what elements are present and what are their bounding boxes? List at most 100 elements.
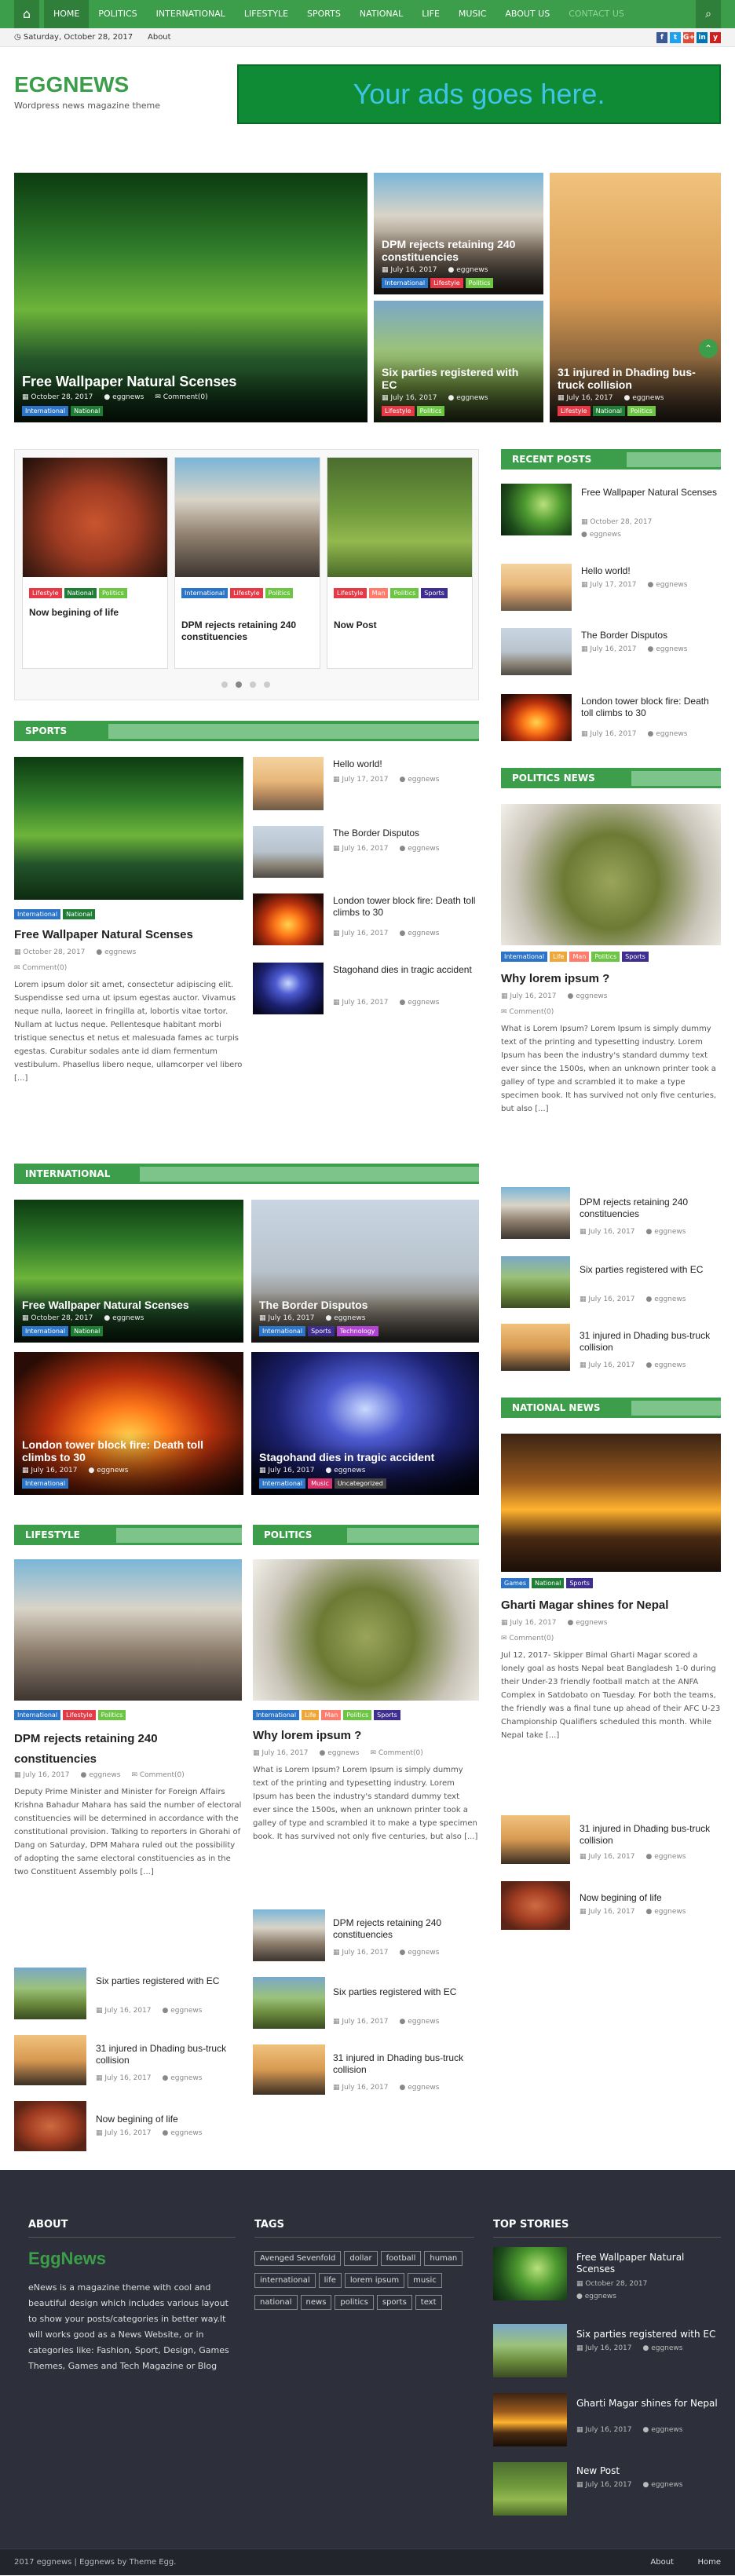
post-author[interactable]: eggnews bbox=[632, 394, 664, 402]
tag-cloud-item[interactable]: football bbox=[380, 2251, 422, 2266]
tag-man[interactable]: Man bbox=[368, 588, 389, 598]
author-text[interactable]: eggnews bbox=[651, 2426, 682, 2434]
author-text[interactable]: eggnews bbox=[89, 1771, 120, 1779]
author-text[interactable]: eggnews bbox=[590, 531, 621, 539]
post-author[interactable]: eggnews bbox=[112, 393, 144, 401]
author-text[interactable]: eggnews bbox=[656, 581, 687, 589]
tag-cloud-item[interactable]: music bbox=[408, 2273, 442, 2288]
post-author[interactable]: ● eggnews bbox=[326, 1314, 366, 1322]
comment-icon[interactable]: ✉ Comment(0) bbox=[370, 1749, 422, 1757]
tag-international[interactable]: International bbox=[501, 952, 548, 962]
author-text[interactable]: eggnews bbox=[170, 2007, 202, 2015]
tag-cloud-item[interactable]: lorem ipsum bbox=[344, 2273, 405, 2288]
sports-main-image[interactable] bbox=[14, 757, 243, 900]
tag-international[interactable]: International bbox=[259, 1478, 306, 1489]
tag-sports[interactable]: Sports bbox=[374, 1710, 400, 1720]
post-thumbnail[interactable] bbox=[253, 963, 324, 1014]
author-text[interactable]: eggnews bbox=[585, 2293, 616, 2300]
slider-main-title[interactable]: Free Wallpaper Natural Scenses bbox=[22, 374, 360, 390]
international-card[interactable]: London tower block fire: Death toll clim… bbox=[14, 1352, 243, 1495]
story-author[interactable]: ● eggnews bbox=[643, 2481, 683, 2489]
story-author[interactable]: ● eggnews bbox=[643, 2426, 683, 2434]
post-author[interactable]: ● eggnews bbox=[648, 645, 688, 653]
tag-cloud-item[interactable]: Avenged Sevenfold bbox=[254, 2251, 342, 2266]
politics-main-title[interactable]: Why lorem ipsum ? bbox=[253, 1729, 361, 1742]
author-text[interactable]: eggnews bbox=[408, 2084, 439, 2092]
post-author[interactable]: ● eggnews bbox=[400, 2084, 440, 2092]
tag-cloud-item[interactable]: human bbox=[424, 2251, 463, 2266]
post-thumbnail[interactable] bbox=[501, 564, 572, 611]
post-thumbnail[interactable] bbox=[501, 694, 572, 741]
post-author[interactable]: ● eggnews bbox=[400, 930, 440, 937]
tag-life[interactable]: Life bbox=[550, 952, 568, 962]
post-title[interactable]: The Border Disputos bbox=[333, 828, 479, 839]
sports-main-title[interactable]: Free Wallpaper Natural Scenses bbox=[14, 928, 243, 941]
post-thumbnail[interactable] bbox=[253, 1977, 325, 2029]
author-text[interactable]: eggnews bbox=[651, 2481, 682, 2489]
slider-item-c[interactable]: 31 injured in Dhading bus-truck collisio… bbox=[550, 173, 721, 422]
carousel-title[interactable]: Now begining of life bbox=[29, 607, 163, 619]
post-thumbnail[interactable] bbox=[501, 1187, 570, 1239]
story-title[interactable]: Six parties registered with EC bbox=[576, 2329, 721, 2340]
author-text[interactable]: eggnews bbox=[654, 1361, 686, 1369]
tag-life[interactable]: Life bbox=[302, 1710, 320, 1720]
tag-national[interactable]: National bbox=[64, 588, 97, 598]
post-title[interactable]: Now begining of life bbox=[96, 2114, 242, 2125]
story-title[interactable]: New Post bbox=[576, 2465, 721, 2477]
tag-cloud-item[interactable]: dollar bbox=[344, 2251, 378, 2266]
menu-item-contact-us[interactable]: CONTACT US bbox=[559, 0, 634, 28]
tag-games[interactable]: Games bbox=[501, 1578, 529, 1588]
post-thumbnail[interactable] bbox=[14, 1968, 86, 2019]
comments-text[interactable]: Comment(0) bbox=[22, 964, 67, 972]
tag-politics[interactable]: Politics bbox=[591, 952, 620, 962]
pager-dot[interactable] bbox=[250, 681, 256, 688]
post-thumbnail[interactable] bbox=[253, 826, 324, 878]
post-title[interactable]: 31 injured in Dhading bus-truck collisio… bbox=[333, 2052, 479, 2076]
lifestyle-main-image[interactable] bbox=[14, 1559, 242, 1701]
post-author[interactable]: ● eggnews bbox=[326, 1467, 366, 1474]
twitter-icon[interactable]: t bbox=[670, 32, 681, 43]
post-title[interactable]: Stagohand dies in tragic accident bbox=[333, 964, 479, 976]
tag-national[interactable]: National bbox=[592, 406, 625, 416]
tag-international[interactable]: International bbox=[22, 406, 69, 416]
post-author[interactable]: eggnews bbox=[456, 266, 488, 274]
post-thumbnail[interactable] bbox=[253, 757, 324, 810]
menu-item-about-us[interactable]: ABOUT US bbox=[495, 0, 559, 28]
google-plus-icon[interactable]: G+ bbox=[683, 32, 695, 43]
post-thumbnail[interactable] bbox=[501, 628, 572, 675]
lifestyle-main-title[interactable]: DPM rejects retaining 240 constituencies bbox=[14, 1729, 203, 1770]
facebook-icon[interactable]: f bbox=[656, 32, 667, 43]
tag-man[interactable]: Man bbox=[321, 1710, 342, 1720]
author-text[interactable]: eggnews bbox=[408, 845, 439, 853]
comment-icon[interactable]: ✉ Comment(0) bbox=[501, 1008, 554, 1016]
post-thumbnail[interactable] bbox=[501, 1881, 570, 1930]
author-text[interactable]: eggnews bbox=[170, 2129, 202, 2137]
menu-item-lifestyle[interactable]: LIFESTYLE bbox=[235, 0, 298, 28]
post-author[interactable]: ● eggnews bbox=[646, 1853, 686, 1861]
post-author[interactable]: eggnews bbox=[456, 394, 488, 402]
tag-lifestyle[interactable]: Lifestyle bbox=[382, 406, 415, 416]
card-title[interactable]: London tower block fire: Death toll clim… bbox=[22, 1438, 236, 1463]
author-text[interactable]: eggnews bbox=[112, 1314, 144, 1322]
menu-item-national[interactable]: NATIONAL bbox=[350, 0, 412, 28]
tag-international[interactable]: International bbox=[14, 1710, 61, 1720]
author-text[interactable]: eggnews bbox=[104, 948, 136, 956]
post-title[interactable]: London tower block fire: Death toll clim… bbox=[333, 895, 479, 919]
tag-international[interactable]: International bbox=[181, 588, 229, 598]
tag-lifestyle[interactable]: Lifestyle bbox=[334, 588, 367, 598]
comments-text[interactable]: Comment(0) bbox=[509, 1008, 554, 1016]
card-title[interactable]: Stagohand dies in tragic accident bbox=[259, 1451, 471, 1463]
tag-politics[interactable]: Politics bbox=[627, 406, 656, 416]
politics-news-image[interactable] bbox=[501, 804, 721, 945]
post-author[interactable]: ● eggnews bbox=[163, 2007, 203, 2015]
post-title[interactable]: Six parties registered with EC bbox=[580, 1264, 721, 1276]
national-news-title[interactable]: Gharti Magar shines for Nepal bbox=[501, 1599, 668, 1612]
tag-politics[interactable]: Politics bbox=[390, 588, 419, 598]
footer-link-home[interactable]: Home bbox=[697, 2549, 721, 2576]
tag-lifestyle[interactable]: Lifestyle bbox=[430, 278, 463, 288]
comments-text[interactable]: Comment(0) bbox=[378, 1749, 423, 1757]
pager-dot[interactable] bbox=[264, 681, 270, 688]
menu-item-international[interactable]: INTERNATIONAL bbox=[147, 0, 235, 28]
carousel-card[interactable]: Lifestyle Man Politics Sports Now Post bbox=[327, 457, 473, 669]
post-author[interactable]: ● eggnews bbox=[320, 1749, 360, 1757]
